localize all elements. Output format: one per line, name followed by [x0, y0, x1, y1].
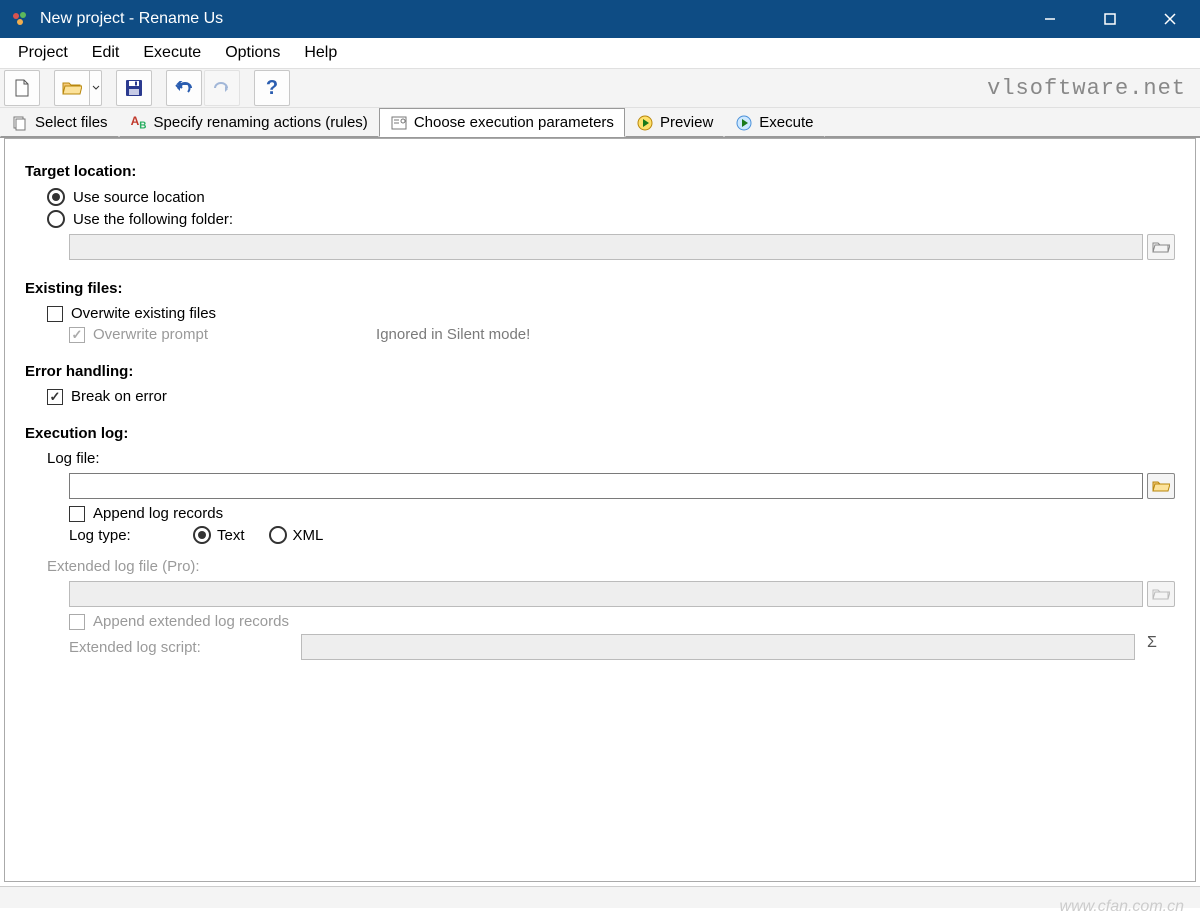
- menubar: Project Edit Execute Options Help: [0, 38, 1200, 68]
- browse-log-file-button[interactable]: [1147, 473, 1175, 499]
- brand-label: vlsoftware.net: [987, 76, 1196, 101]
- tab-label: Choose execution parameters: [414, 114, 614, 131]
- params-icon: [390, 114, 408, 132]
- play-icon: [636, 114, 654, 132]
- content-panel: Target location: Use source location Use…: [4, 138, 1196, 882]
- label-ext-append-log: Append extended log records: [93, 613, 289, 630]
- checkbox-overwrite[interactable]: [47, 306, 63, 322]
- folder-open-icon: [1152, 479, 1170, 493]
- toolbar: ? vlsoftware.net: [0, 68, 1200, 108]
- radio-log-type-xml[interactable]: [269, 526, 287, 544]
- checkbox-break-on-error[interactable]: [47, 389, 63, 405]
- label-break-on-error: Break on error: [71, 388, 167, 405]
- tab-label: Preview: [660, 114, 713, 131]
- section-existing-files: Existing files:: [25, 280, 1175, 297]
- tab-choose-params[interactable]: Choose execution parameters: [379, 108, 625, 137]
- window-title: New project - Rename Us: [40, 10, 223, 28]
- label-append-log: Append log records: [93, 505, 223, 522]
- window-titlebar: New project - Rename Us: [0, 0, 1200, 38]
- folder-open-icon: [1152, 240, 1170, 254]
- label-overwrite-prompt: Overwrite prompt: [93, 326, 208, 343]
- undo-button[interactable]: [166, 70, 202, 106]
- label-ext-log-file: Extended log file (Pro):: [47, 558, 200, 575]
- help-icon: ?: [266, 77, 278, 100]
- statusbar: [0, 886, 1200, 908]
- tab-preview[interactable]: Preview: [625, 108, 724, 137]
- chevron-down-icon: [92, 84, 100, 92]
- label-use-source: Use source location: [73, 189, 205, 206]
- browse-target-folder-button[interactable]: [1147, 234, 1175, 260]
- label-log-type: Log type:: [69, 527, 169, 544]
- menu-edit[interactable]: Edit: [80, 40, 132, 66]
- sigma-icon: Σ: [1147, 634, 1157, 651]
- open-project-button[interactable]: [54, 70, 102, 106]
- label-overwrite: Overwite existing files: [71, 305, 216, 322]
- section-error-handling: Error handling:: [25, 363, 1175, 380]
- hint-silent-mode: Ignored in Silent mode!: [376, 326, 530, 343]
- play-icon: [735, 114, 753, 132]
- checkbox-ext-append-log: [69, 614, 85, 630]
- menu-help[interactable]: Help: [292, 40, 349, 66]
- new-project-button[interactable]: [4, 70, 40, 106]
- browse-ext-log-file-button: [1147, 581, 1175, 607]
- redo-button[interactable]: [204, 70, 240, 106]
- input-ext-script: [301, 634, 1135, 660]
- input-ext-log-file: [69, 581, 1143, 607]
- label-use-folder: Use the following folder:: [73, 211, 233, 228]
- undo-icon: [174, 81, 194, 95]
- section-execution-log: Execution log:: [25, 425, 1175, 442]
- checkbox-append-log[interactable]: [69, 506, 85, 522]
- label-log-type-text: Text: [217, 527, 245, 544]
- open-dropdown-arrow[interactable]: [89, 71, 101, 105]
- input-log-file[interactable]: [69, 473, 1143, 499]
- new-file-icon: [12, 78, 32, 98]
- tab-select-files[interactable]: Select files: [0, 108, 119, 137]
- tab-specify-rules[interactable]: AB Specify renaming actions (rules): [119, 108, 379, 137]
- menu-execute[interactable]: Execute: [131, 40, 213, 66]
- folder-open-icon: [62, 80, 82, 96]
- label-log-type-xml: XML: [293, 527, 324, 544]
- label-ext-script: Extended log script:: [69, 634, 289, 660]
- section-target-location: Target location:: [25, 163, 1175, 180]
- tab-label: Execute: [759, 114, 813, 131]
- rules-icon: AB: [130, 114, 148, 132]
- menu-project[interactable]: Project: [6, 40, 80, 66]
- close-button[interactable]: [1140, 0, 1200, 38]
- tabstrip: Select files AB Specify renaming actions…: [0, 108, 1200, 138]
- radio-log-type-text[interactable]: [193, 526, 211, 544]
- checkbox-overwrite-prompt: [69, 327, 85, 343]
- window-controls: [1020, 0, 1200, 38]
- files-icon: [11, 114, 29, 132]
- label-log-file: Log file:: [47, 450, 100, 467]
- minimize-button[interactable]: [1020, 0, 1080, 38]
- radio-use-source[interactable]: [47, 188, 65, 206]
- folder-open-icon: [1152, 587, 1170, 601]
- save-button[interactable]: [116, 70, 152, 106]
- maximize-button[interactable]: [1080, 0, 1140, 38]
- app-icon: [10, 9, 30, 29]
- tab-label: Select files: [35, 114, 108, 131]
- help-button[interactable]: ?: [254, 70, 290, 106]
- save-icon: [124, 78, 144, 98]
- redo-icon: [212, 81, 232, 95]
- input-target-folder[interactable]: [69, 234, 1143, 260]
- tab-execute[interactable]: Execute: [724, 108, 824, 137]
- ext-script-edit-button: Σ: [1147, 634, 1175, 660]
- radio-use-folder[interactable]: [47, 210, 65, 228]
- menu-options[interactable]: Options: [213, 40, 292, 66]
- tab-label: Specify renaming actions (rules): [154, 114, 368, 131]
